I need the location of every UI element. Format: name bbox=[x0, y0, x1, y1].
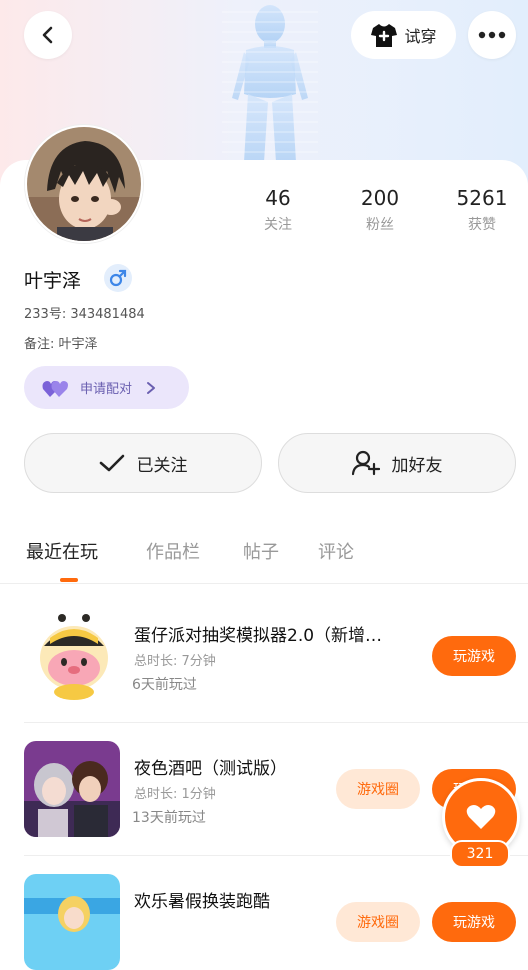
double-heart-icon bbox=[42, 380, 68, 397]
tab-comments[interactable]: 评论 bbox=[318, 538, 354, 564]
play-game-button[interactable]: 玩游戏 bbox=[432, 902, 516, 942]
tab-works[interactable]: 作品栏 bbox=[146, 538, 200, 564]
game-thumbnail[interactable] bbox=[24, 741, 120, 837]
add-user-icon bbox=[351, 450, 380, 476]
check-icon bbox=[99, 454, 124, 472]
avatar[interactable] bbox=[25, 125, 143, 243]
play-game-button[interactable]: 玩游戏 bbox=[432, 636, 516, 676]
tab-active-indicator bbox=[60, 578, 78, 582]
stat-following[interactable]: 46 关注 bbox=[233, 186, 323, 234]
add-friend-label: 加好友 bbox=[391, 455, 443, 476]
gender-badge bbox=[104, 264, 132, 292]
stat-likes-count: 5261 bbox=[456, 186, 508, 210]
stat-fans-label: 粉丝 bbox=[366, 217, 394, 233]
game-thumbnail-image bbox=[24, 741, 120, 837]
avatar-image bbox=[27, 127, 141, 241]
back-button[interactable] bbox=[24, 11, 72, 59]
profile-name: 叶宇泽 bbox=[24, 270, 82, 292]
game-duration: 总时长: 7分钟 bbox=[134, 654, 216, 669]
game-duration: 总时长: 1分钟 bbox=[134, 787, 216, 802]
add-friend-button[interactable]: 加好友 bbox=[278, 433, 516, 493]
game-thumbnail[interactable] bbox=[24, 608, 120, 704]
try-on-button[interactable]: 试穿 bbox=[351, 11, 456, 59]
game-thumbnail-image bbox=[24, 874, 120, 970]
user-remark: 备注: 叶宇泽 bbox=[24, 337, 98, 352]
chevron-left-icon bbox=[42, 26, 53, 44]
stat-fans-count: 200 bbox=[360, 186, 400, 210]
apply-match-button[interactable]: 申请配对 bbox=[24, 366, 189, 409]
male-icon bbox=[109, 269, 127, 287]
game-thumbnail[interactable] bbox=[24, 874, 120, 970]
followed-button[interactable]: 已关注 bbox=[24, 433, 262, 493]
game-last-played: 6天前玩过 bbox=[132, 677, 197, 693]
stat-likes[interactable]: 5261 获赞 bbox=[437, 186, 527, 234]
game-last-played: 13天前玩过 bbox=[132, 810, 206, 826]
row-divider bbox=[24, 722, 528, 723]
tab-posts[interactable]: 帖子 bbox=[243, 538, 279, 564]
stat-fans[interactable]: 200 粉丝 bbox=[335, 186, 425, 234]
heart-icon bbox=[466, 805, 496, 829]
more-button[interactable] bbox=[468, 11, 516, 59]
tabs-divider bbox=[0, 583, 528, 584]
stat-following-label: 关注 bbox=[264, 217, 292, 233]
try-on-label: 试穿 bbox=[404, 27, 437, 46]
game-circle-button[interactable]: 游戏圈 bbox=[336, 902, 420, 942]
game-circle-button[interactable]: 游戏圈 bbox=[336, 769, 420, 809]
stat-likes-label: 获赞 bbox=[468, 217, 496, 233]
chevron-right-icon bbox=[147, 381, 156, 394]
user-id: 233号: 343481484 bbox=[24, 307, 145, 322]
avatar-figure-hologram bbox=[222, 5, 318, 162]
tshirt-icon bbox=[371, 24, 398, 47]
more-dots-icon bbox=[478, 31, 506, 39]
tab-recently-played[interactable]: 最近在玩 bbox=[26, 538, 98, 564]
stat-following-count: 46 bbox=[265, 186, 291, 210]
game-thumbnail-image bbox=[24, 608, 120, 704]
game-title[interactable]: 蛋仔派对抽奖模拟器2.0（新增… bbox=[134, 621, 424, 646]
like-count: 321 bbox=[450, 840, 510, 868]
apply-match-label: 申请配对 bbox=[80, 382, 133, 397]
followed-label: 已关注 bbox=[136, 455, 188, 476]
